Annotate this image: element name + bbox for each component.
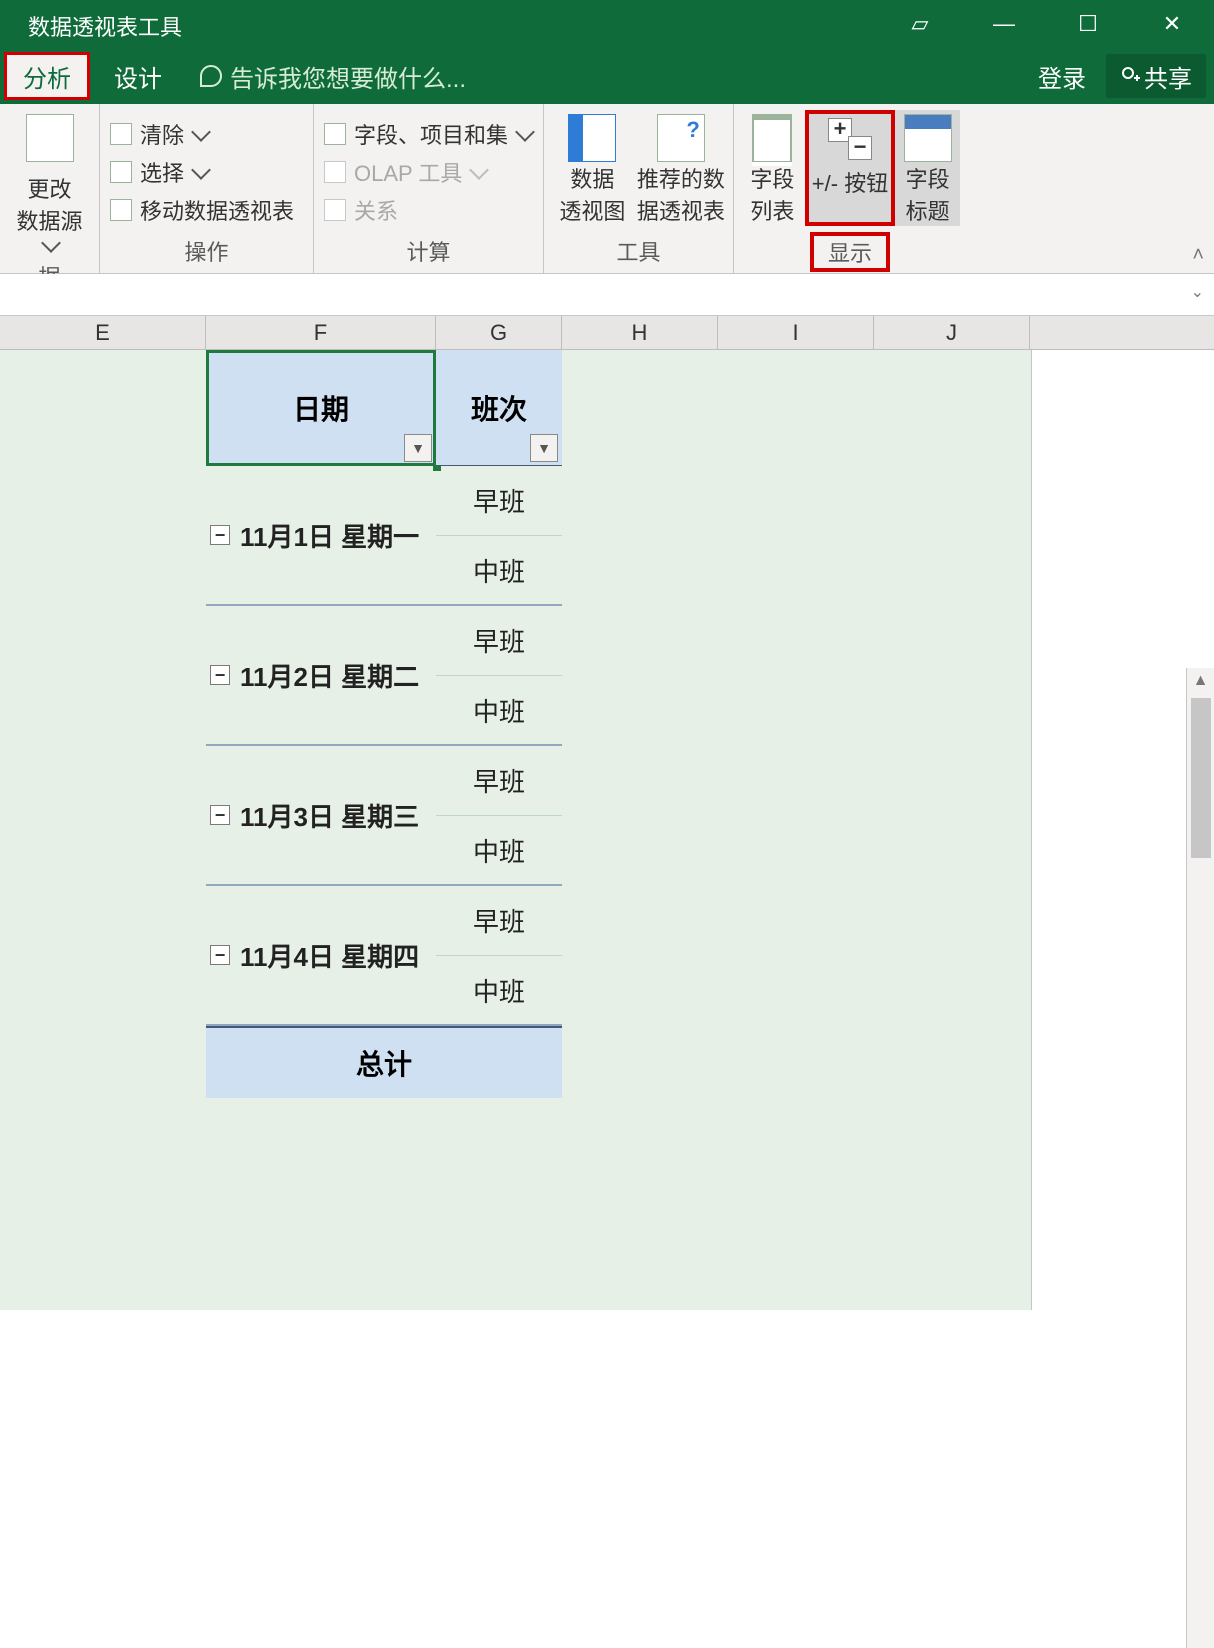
pivot-date-row[interactable]: −11月1日 星期一 xyxy=(206,466,436,606)
dropdown-arrow-icon xyxy=(515,122,535,142)
pivot-date-row[interactable]: −11月4日 星期四 xyxy=(206,886,436,1026)
pivot-shift-cell[interactable]: 中班 xyxy=(436,956,562,1026)
collapse-ribbon-button[interactable]: ˄ xyxy=(1192,244,1204,267)
recommended-pivot-button[interactable]: 推荐的数 据透视表 xyxy=(635,110,727,229)
fields-items-sets-button[interactable]: 字段、项目和集 xyxy=(324,118,532,150)
field-list-button[interactable]: 字段 列表 xyxy=(740,110,805,226)
relationships-icon xyxy=(324,199,346,221)
formula-bar[interactable]: ⌄ xyxy=(0,274,1214,316)
share-button[interactable]: 共享 xyxy=(1106,54,1206,98)
close-button[interactable]: ✕ xyxy=(1130,0,1214,48)
ribbon-display-options-icon[interactable]: ▱ xyxy=(878,0,962,48)
olap-icon xyxy=(324,161,346,183)
worksheet: E F G H I J 日期 班次 ▼ ▼ −11月1日 星期一早班中班−11月… xyxy=(0,316,1214,1310)
collapse-icon[interactable]: − xyxy=(210,805,230,825)
scroll-up-icon[interactable]: ▲ xyxy=(1193,668,1209,694)
col-header-H[interactable]: H xyxy=(562,316,718,349)
collapse-icon[interactable]: − xyxy=(210,945,230,965)
field-list-icon xyxy=(752,114,792,162)
grid-area[interactable]: 日期 班次 ▼ ▼ −11月1日 星期一早班中班−11月2日 星期二早班中班−1… xyxy=(0,350,1032,1310)
move-pivot-button[interactable]: 移动数据透视表 xyxy=(110,194,294,226)
filter-dropdown-date[interactable]: ▼ xyxy=(404,434,432,462)
change-data-source-button[interactable]: 更改 数据源 xyxy=(6,110,93,254)
recommended-pivot-icon xyxy=(657,114,705,162)
clear-icon xyxy=(110,123,132,145)
contextual-tab-title: 数据透视表工具 xyxy=(0,0,200,48)
dropdown-arrow-icon xyxy=(41,233,61,253)
field-headers-toggle[interactable]: 字段 标题 xyxy=(895,110,960,226)
pivot-shift-cell[interactable]: 早班 xyxy=(436,886,562,956)
group-label-show: 显示 xyxy=(810,232,890,272)
expand-formula-bar-icon[interactable]: ⌄ xyxy=(1191,282,1204,302)
tell-me-placeholder: 告诉我您想要做什么... xyxy=(230,59,466,94)
collapse-icon[interactable]: − xyxy=(210,665,230,685)
dropdown-arrow-icon xyxy=(191,122,211,142)
pivot-chart-icon xyxy=(568,114,616,162)
relationships-button: 关系 xyxy=(324,194,532,226)
ribbon: 更改 数据源 据 清除 选择 移动数据透视表 操作 字段、项目和集 OLAP 工… xyxy=(0,104,1214,274)
pivot-date-row[interactable]: −11月2日 星期二 xyxy=(206,606,436,746)
pivot-chart-button[interactable]: 数据 透视图 xyxy=(550,110,635,229)
filter-dropdown-shift[interactable]: ▼ xyxy=(530,434,558,462)
select-icon xyxy=(110,161,132,183)
column-headers: E F G H I J xyxy=(0,316,1214,350)
field-headers-icon xyxy=(904,114,952,162)
vertical-scrollbar[interactable]: ▲ xyxy=(1186,668,1214,1648)
pivot-header-date[interactable]: 日期 xyxy=(206,350,436,466)
group-label-tools: 工具 xyxy=(550,229,727,273)
plus-minus-buttons-toggle[interactable]: +/- 按钮 xyxy=(805,110,895,226)
pivot-shift-cell[interactable]: 中班 xyxy=(436,676,562,746)
dropdown-arrow-icon xyxy=(470,160,490,180)
minimize-button[interactable]: — xyxy=(962,0,1046,48)
bulb-icon xyxy=(200,65,222,87)
ribbon-group-calc: 字段、项目和集 OLAP 工具 关系 计算 xyxy=(314,104,544,273)
select-button[interactable]: 选择 xyxy=(110,156,294,188)
olap-tools-button: OLAP 工具 xyxy=(324,156,532,188)
share-icon xyxy=(1120,64,1144,88)
pivot-shift-cell[interactable]: 中班 xyxy=(436,536,562,606)
col-header-J[interactable]: J xyxy=(874,316,1030,349)
move-icon xyxy=(110,199,132,221)
pivot-shift-cell[interactable]: 中班 xyxy=(436,816,562,886)
collapse-icon[interactable]: − xyxy=(210,525,230,545)
title-bar: 数据透视表工具 ▱ — ☐ ✕ xyxy=(0,0,1214,48)
tab-design[interactable]: 设计 xyxy=(94,48,182,104)
plus-minus-icon xyxy=(826,118,874,166)
pivot-shift-cell[interactable]: 早班 xyxy=(436,746,562,816)
col-header-E[interactable]: E xyxy=(0,316,206,349)
col-header-I[interactable]: I xyxy=(718,316,874,349)
clear-button[interactable]: 清除 xyxy=(110,118,294,150)
data-source-icon xyxy=(26,114,74,162)
pivot-total-row[interactable]: 总计 xyxy=(206,1026,562,1098)
col-header-F[interactable]: F xyxy=(206,316,436,349)
ribbon-tabs: 分析 设计 告诉我您想要做什么... 登录 共享 xyxy=(0,48,1214,104)
pivot-date-row[interactable]: −11月3日 星期三 xyxy=(206,746,436,886)
fields-icon xyxy=(324,123,346,145)
pivot-shift-cell[interactable]: 早班 xyxy=(436,606,562,676)
dropdown-arrow-icon xyxy=(191,160,211,180)
tab-analyze[interactable]: 分析 xyxy=(4,52,90,100)
scrollbar-thumb[interactable] xyxy=(1191,698,1211,858)
sign-in-button[interactable]: 登录 xyxy=(1018,59,1106,94)
ribbon-group-actions: 清除 选择 移动数据透视表 操作 xyxy=(100,104,314,273)
ribbon-group-data: 更改 数据源 据 xyxy=(0,104,100,273)
maximize-button[interactable]: ☐ xyxy=(1046,0,1130,48)
pivot-shift-cell[interactable]: 早班 xyxy=(436,466,562,536)
ribbon-group-show: 字段 列表 +/- 按钮 字段 标题 显示 xyxy=(734,104,966,273)
col-header-G[interactable]: G xyxy=(436,316,562,349)
tell-me-search[interactable]: 告诉我您想要做什么... xyxy=(182,59,466,94)
group-label-actions: 操作 xyxy=(106,229,307,273)
ribbon-group-tools: 数据 透视图 推荐的数 据透视表 工具 xyxy=(544,104,734,273)
group-label-calc: 计算 xyxy=(320,229,537,273)
